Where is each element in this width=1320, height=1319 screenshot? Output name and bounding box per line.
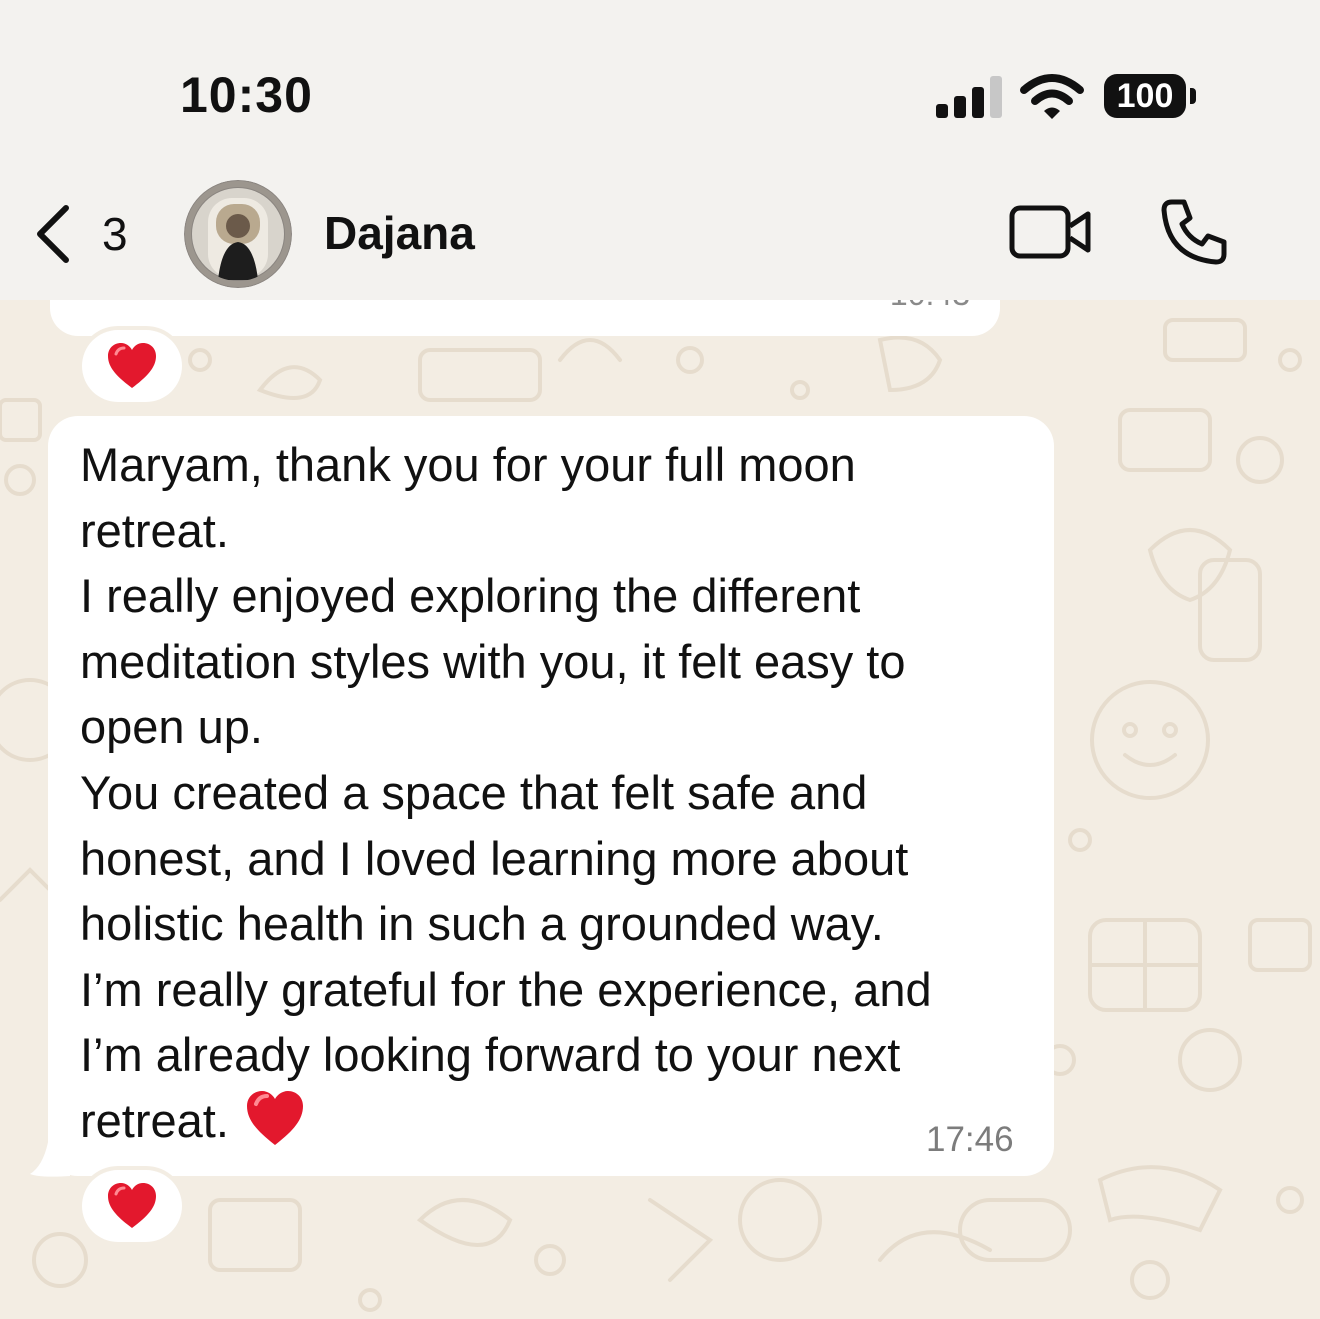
message-text: Maryam, thank you for your full moon ret… — [80, 438, 932, 1147]
status-bar-time: 10:30 — [180, 67, 313, 123]
heart-icon — [108, 1183, 156, 1228]
previous-message-reaction[interactable] — [82, 330, 182, 402]
contact-name[interactable]: Dajana — [324, 206, 475, 260]
message-body: Maryam, thank you for your full moon ret… — [80, 432, 1040, 1154]
wifi-icon — [1020, 74, 1084, 119]
chevron-left-icon — [37, 205, 69, 263]
cellular-signal-icon — [936, 76, 1002, 118]
back-button[interactable]: 3 — [30, 196, 150, 272]
contact-avatar[interactable] — [184, 180, 292, 288]
phone-call-button[interactable] — [1158, 196, 1230, 268]
chat-header: 10:30 100 3 Dajana — [0, 0, 1320, 300]
unread-count: 3 — [102, 208, 128, 260]
message-reaction[interactable] — [82, 1170, 182, 1242]
message-time: 17:46 — [926, 1120, 1014, 1159]
heart-icon — [108, 343, 156, 388]
video-call-button[interactable] — [1008, 200, 1094, 264]
battery-nub — [1190, 88, 1196, 104]
battery-indicator: 100 — [1104, 74, 1186, 118]
heart-emoji-icon — [246, 1090, 303, 1145]
battery-level: 100 — [1116, 76, 1174, 115]
chat-screen: 10:43 Maryam, thank you for your full mo… — [0, 0, 1320, 1319]
